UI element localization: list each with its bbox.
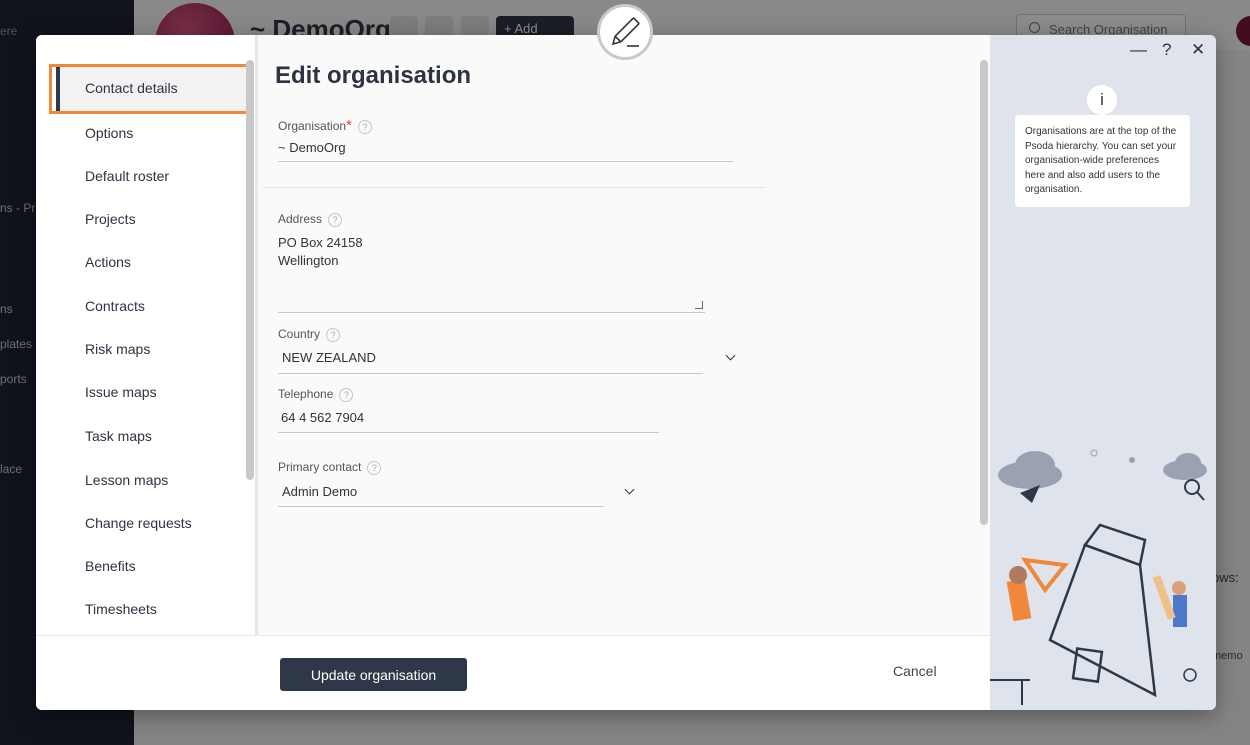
telephone-label-text: Telephone: [278, 387, 334, 401]
chevron-down-icon[interactable]: [725, 350, 736, 361]
close-icon[interactable]: ✕: [1191, 40, 1205, 60]
nav-item-contracts[interactable]: Contracts: [85, 298, 145, 314]
help-icon[interactable]: ?: [339, 387, 354, 402]
tilted-building: [1048, 523, 1157, 698]
country-select[interactable]: NEW ZEALAND: [282, 350, 376, 365]
update-organisation-button[interactable]: Update organisation: [280, 658, 467, 691]
nav-item-projects[interactable]: Projects: [85, 211, 136, 227]
primary-contact-label-text: Primary contact: [278, 460, 362, 474]
page-title: Edit organisation: [275, 62, 472, 89]
nav-item-default-roster[interactable]: Default roster: [85, 168, 169, 184]
organisation-field[interactable]: ~ DemoOrg: [278, 140, 346, 155]
primary-contact-select[interactable]: Admin Demo: [282, 484, 357, 499]
organisation-label: Organisation*?: [278, 117, 372, 134]
country-label-text: Country: [278, 327, 321, 341]
content-scrollbar[interactable]: [980, 60, 988, 525]
address-line-2[interactable]: Wellington: [278, 253, 338, 268]
telephone-underline: [278, 432, 659, 433]
nav-item-task-maps[interactable]: Task maps: [85, 428, 152, 444]
section-divider: [263, 187, 766, 188]
nav-item-options[interactable]: Options: [85, 125, 133, 141]
telephone-field[interactable]: 64 4 562 7904: [281, 410, 364, 425]
country-label: Country?: [278, 327, 341, 342]
nav-item-change-requests[interactable]: Change requests: [85, 515, 192, 531]
nav-item-benefits[interactable]: Benefits: [85, 558, 136, 574]
primary-contact-label: Primary contact?: [278, 460, 382, 475]
ruler-icon: [1020, 557, 1069, 594]
magnifier-icon: [1184, 479, 1205, 501]
organisation-label-text: Organisation: [278, 119, 347, 133]
telephone-label: Telephone?: [278, 387, 354, 402]
modal-footer: Update organisation Cancel: [36, 635, 990, 710]
cloud-icon: [998, 451, 1207, 489]
nav-scrollbar[interactable]: [246, 60, 254, 480]
form-content: Edit organisation Organisation*? ~ DemoO…: [258, 35, 990, 633]
address-label-text: Address: [278, 212, 323, 226]
help-icon[interactable]: ?: [326, 327, 341, 342]
help-icon[interactable]: ?: [357, 119, 372, 134]
edit-mode-badge: [597, 4, 653, 60]
primary-contact-underline: [278, 506, 604, 507]
address-line-1[interactable]: PO Box 24158: [278, 235, 363, 250]
nav-item-timesheets[interactable]: Timesheets: [85, 601, 157, 617]
chevron-down-icon[interactable]: [624, 484, 635, 495]
nav-item-actions[interactable]: Actions: [85, 254, 131, 270]
nav-item-lesson-maps[interactable]: Lesson maps: [85, 472, 168, 488]
help-icon[interactable]: ?: [367, 460, 382, 475]
info-bubble: Organisations are at the top of the Psod…: [1015, 115, 1190, 207]
textarea-resize-handle[interactable]: [695, 301, 703, 309]
help-side-panel: — ? ✕ i Organisations are at the top of …: [990, 35, 1216, 710]
settings-nav: Contact details Options Default roster P…: [36, 35, 256, 635]
help-icon[interactable]: ?: [328, 212, 343, 227]
nav-item-issue-maps[interactable]: Issue maps: [85, 384, 157, 400]
help-icon[interactable]: ?: [1162, 40, 1171, 60]
pencil-icon: [611, 17, 640, 47]
organisation-underline: [278, 161, 733, 162]
nav-item-risk-maps[interactable]: Risk maps: [85, 341, 150, 357]
address-underline: [278, 312, 705, 313]
building-illustration: [990, 449, 1207, 705]
edit-organisation-modal: Contact details Options Default roster P…: [36, 35, 1216, 710]
address-label: Address?: [278, 212, 343, 227]
required-marker: *: [346, 117, 352, 134]
cancel-button[interactable]: Cancel: [893, 663, 937, 679]
minimize-icon[interactable]: —: [1130, 40, 1147, 60]
person-right: [1172, 581, 1187, 627]
nav-selection-highlight: [49, 64, 250, 114]
country-underline: [278, 373, 703, 374]
person-left: [1006, 566, 1032, 622]
info-icon: i: [1087, 85, 1117, 115]
